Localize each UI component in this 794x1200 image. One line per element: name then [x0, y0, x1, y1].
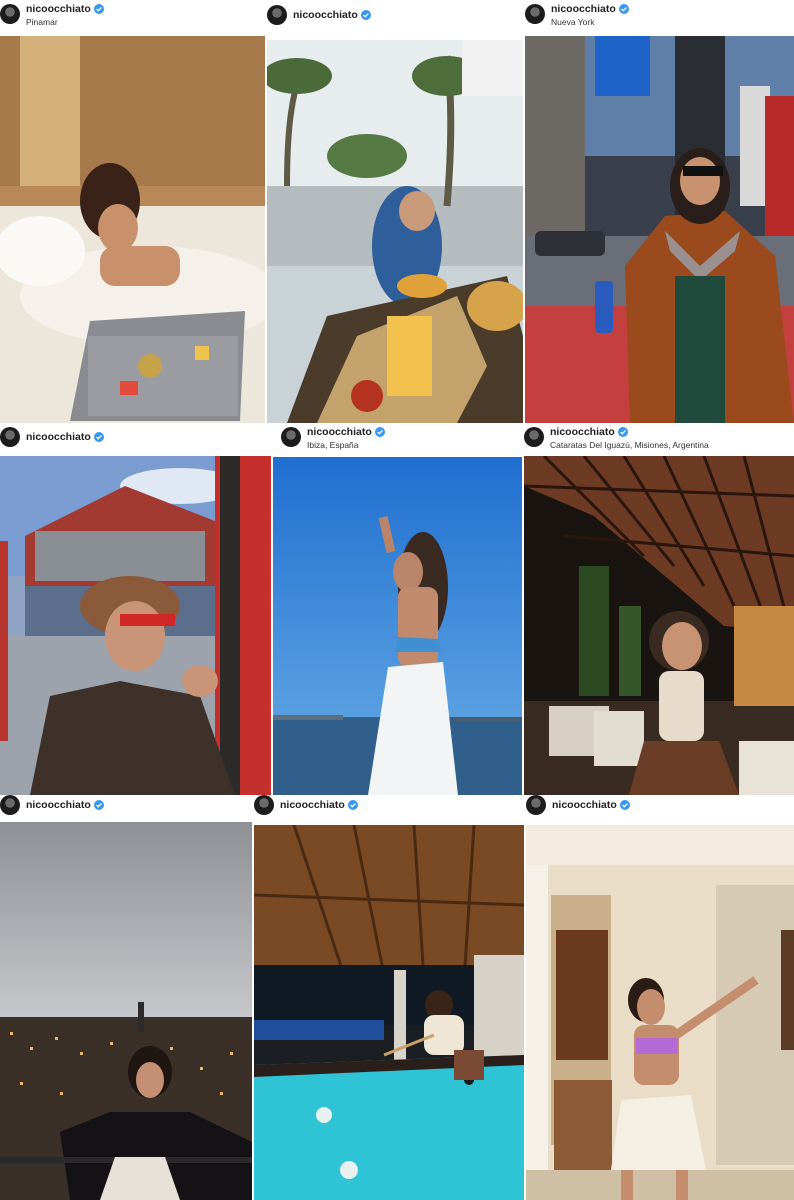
post-header: nicoocchiato [254, 795, 524, 815]
post-header: nicoocchiato Ibiza, España [273, 423, 522, 449]
post-photo[interactable] [267, 36, 523, 423]
username[interactable]: nicoocchiato [551, 4, 616, 15]
post-9[interactable]: nicoocchiato [526, 795, 794, 1200]
location-label[interactable]: Ibiza, España [307, 440, 385, 450]
avatar[interactable] [254, 795, 274, 815]
username[interactable]: nicoocchiato [26, 4, 91, 15]
post-header: nicoocchiato [0, 423, 271, 447]
post-4[interactable]: nicoocchiato [0, 423, 271, 795]
post-photo[interactable] [525, 36, 794, 423]
username[interactable]: nicoocchiato [26, 800, 91, 811]
location-label[interactable]: Pinamar [26, 17, 104, 27]
post-photo[interactable] [526, 825, 794, 1200]
username[interactable]: nicoocchiato [293, 10, 358, 21]
username[interactable]: nicoocchiato [307, 427, 372, 438]
avatar[interactable] [525, 4, 545, 24]
post-photo[interactable] [0, 36, 265, 423]
post-header: nicoocchiato Nueva York [525, 0, 794, 26]
verified-badge-icon [618, 4, 629, 15]
verified-badge-icon [93, 800, 104, 810]
post-1[interactable]: nicoocchiato Pinamar [0, 0, 265, 423]
post-photo[interactable] [0, 822, 252, 1200]
post-photo[interactable] [254, 825, 524, 1200]
verified-badge-icon [93, 432, 104, 442]
avatar[interactable] [281, 427, 301, 447]
post-8[interactable]: nicoocchiato [254, 795, 524, 1200]
post-5[interactable]: nicoocchiato Ibiza, España [273, 423, 522, 795]
avatar[interactable] [524, 427, 544, 447]
location-label[interactable]: Nueva York [551, 17, 629, 27]
post-header: nicoocchiato [0, 795, 252, 815]
post-header: nicoocchiato [526, 795, 794, 815]
username[interactable]: nicoocchiato [26, 432, 91, 443]
post-photo[interactable] [0, 456, 271, 795]
username[interactable]: nicoocchiato [550, 427, 615, 438]
avatar[interactable] [0, 4, 20, 24]
post-photo[interactable] [273, 457, 522, 795]
post-header: nicoocchiato Cataratas Del Iguazú, Misio… [524, 423, 794, 449]
verified-badge-icon [360, 10, 371, 20]
username[interactable]: nicoocchiato [280, 800, 345, 811]
post-6[interactable]: nicoocchiato Cataratas Del Iguazú, Misio… [524, 423, 794, 795]
username[interactable]: nicoocchiato [552, 800, 617, 811]
avatar[interactable] [526, 795, 546, 815]
avatar[interactable] [267, 5, 287, 25]
verified-badge-icon [347, 800, 358, 810]
post-header: nicoocchiato Pinamar [0, 0, 265, 26]
post-photo[interactable] [524, 456, 794, 795]
post-3[interactable]: nicoocchiato Nueva York [525, 0, 794, 423]
verified-badge-icon [93, 4, 104, 15]
avatar[interactable] [0, 427, 20, 447]
location-label[interactable]: Cataratas Del Iguazú, Misiones, Argentin… [550, 440, 709, 450]
avatar[interactable] [0, 795, 20, 815]
verified-badge-icon [374, 427, 385, 438]
post-7[interactable]: nicoocchiato [0, 795, 252, 1200]
verified-badge-icon [617, 427, 628, 438]
verified-badge-icon [619, 800, 630, 810]
post-2[interactable] [267, 0, 523, 423]
